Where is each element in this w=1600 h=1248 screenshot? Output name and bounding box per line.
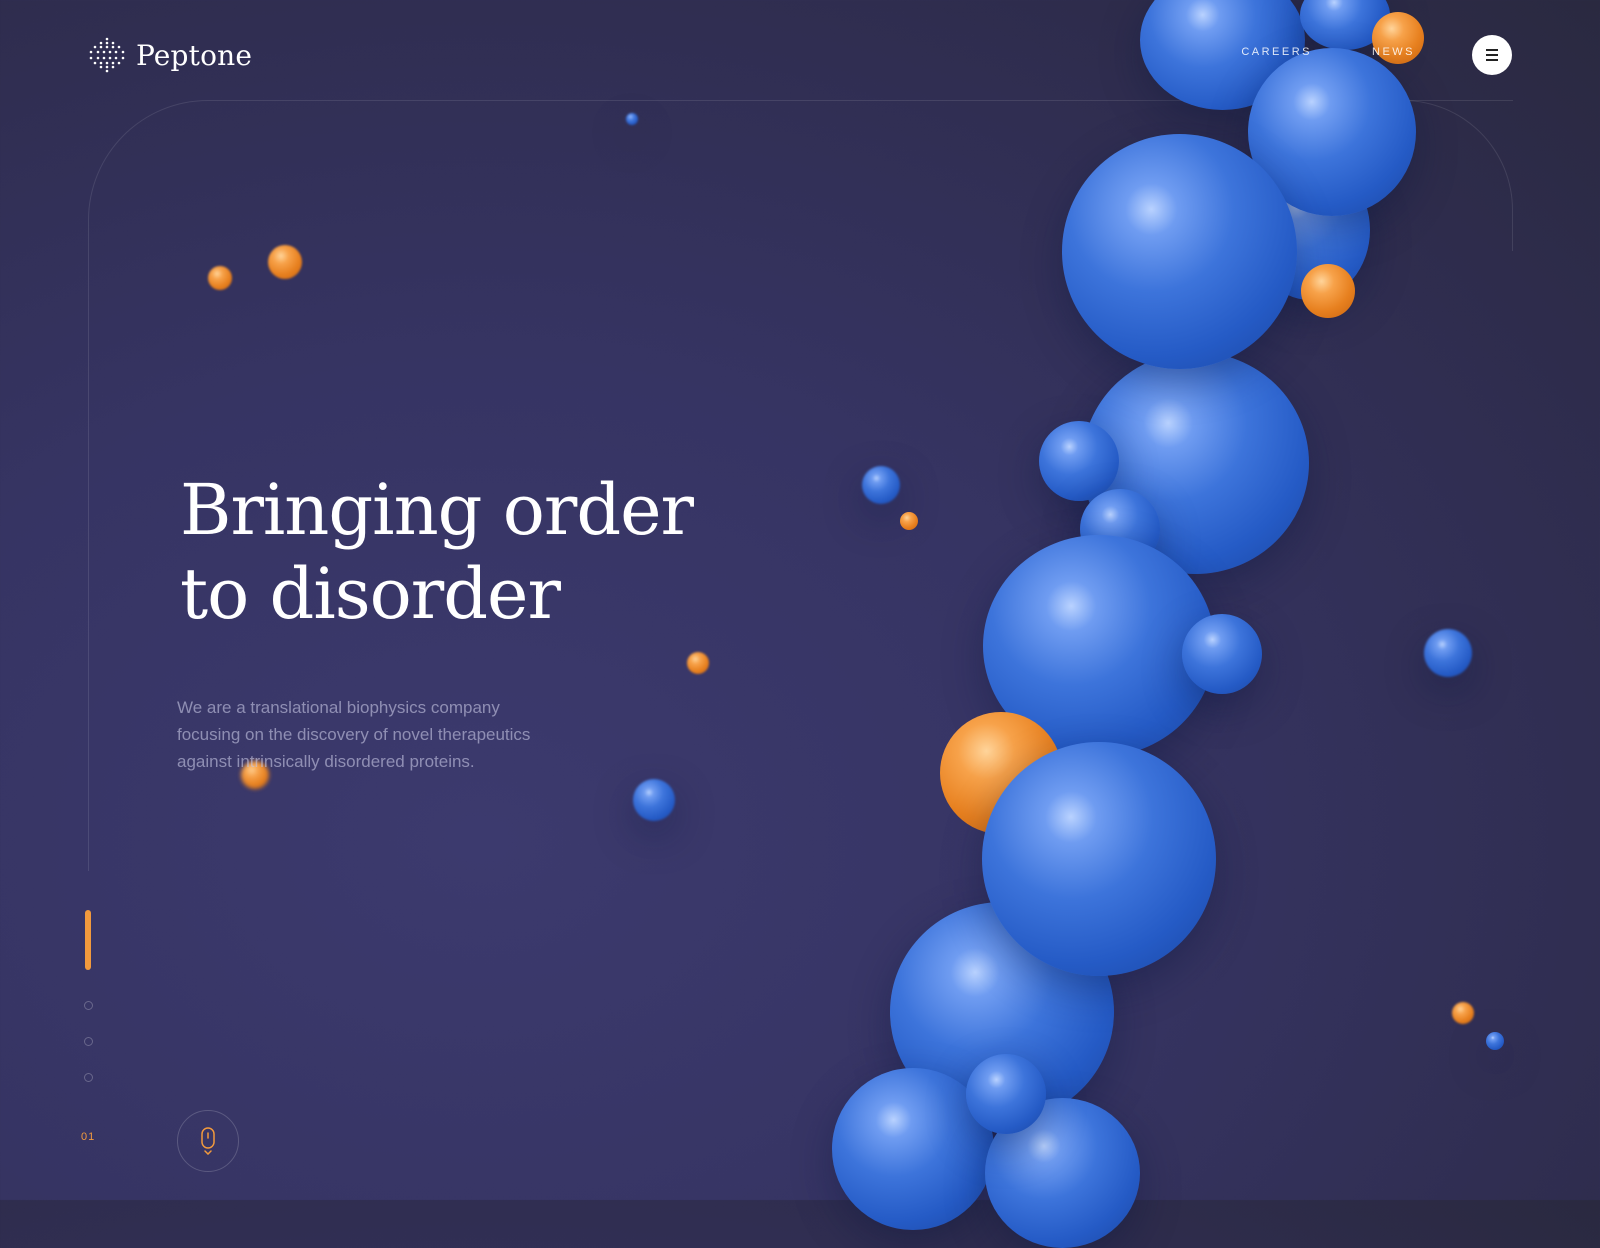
hero-description: We are a translational biophysics compan… xyxy=(177,698,531,771)
logo[interactable]: Peptone xyxy=(88,36,252,74)
particle xyxy=(1452,1002,1474,1024)
scroll-down-button[interactable] xyxy=(177,1110,239,1172)
particle xyxy=(687,652,709,674)
particle xyxy=(900,512,918,530)
slide-indicator-3[interactable] xyxy=(84,1037,93,1046)
sphere xyxy=(982,742,1216,976)
nav-link-careers[interactable]: CAREERS xyxy=(1241,46,1312,58)
peptone-molecule-icon xyxy=(89,37,125,73)
particle xyxy=(1486,1032,1504,1050)
hamburger-icon xyxy=(1486,48,1498,63)
particle xyxy=(626,113,638,125)
hero-headline-line2: to disorder xyxy=(180,553,561,635)
sphere xyxy=(1182,614,1262,694)
brand-name: Peptone xyxy=(136,38,253,72)
sphere xyxy=(1062,134,1297,369)
particle xyxy=(208,266,232,290)
particle xyxy=(862,466,900,504)
slide-number: 01 xyxy=(81,1131,96,1143)
sphere xyxy=(1039,421,1119,501)
particle xyxy=(268,245,302,279)
mouse-scroll-icon xyxy=(201,1127,215,1155)
hero-headline: Bringing order to disorder xyxy=(180,468,694,636)
sphere xyxy=(966,1054,1046,1134)
slide-indicator-4[interactable] xyxy=(84,1073,93,1082)
particle xyxy=(1424,629,1472,677)
hero-headline-line1: Bringing order xyxy=(180,469,694,551)
top-nav: CAREERS NEWS xyxy=(1241,46,1415,58)
slide-indicator-active[interactable] xyxy=(85,910,91,970)
menu-button[interactable] xyxy=(1472,35,1512,75)
sphere xyxy=(1301,264,1355,318)
particle xyxy=(633,779,675,821)
nav-link-news[interactable]: NEWS xyxy=(1372,46,1415,58)
slide-indicator-2[interactable] xyxy=(84,1001,93,1010)
